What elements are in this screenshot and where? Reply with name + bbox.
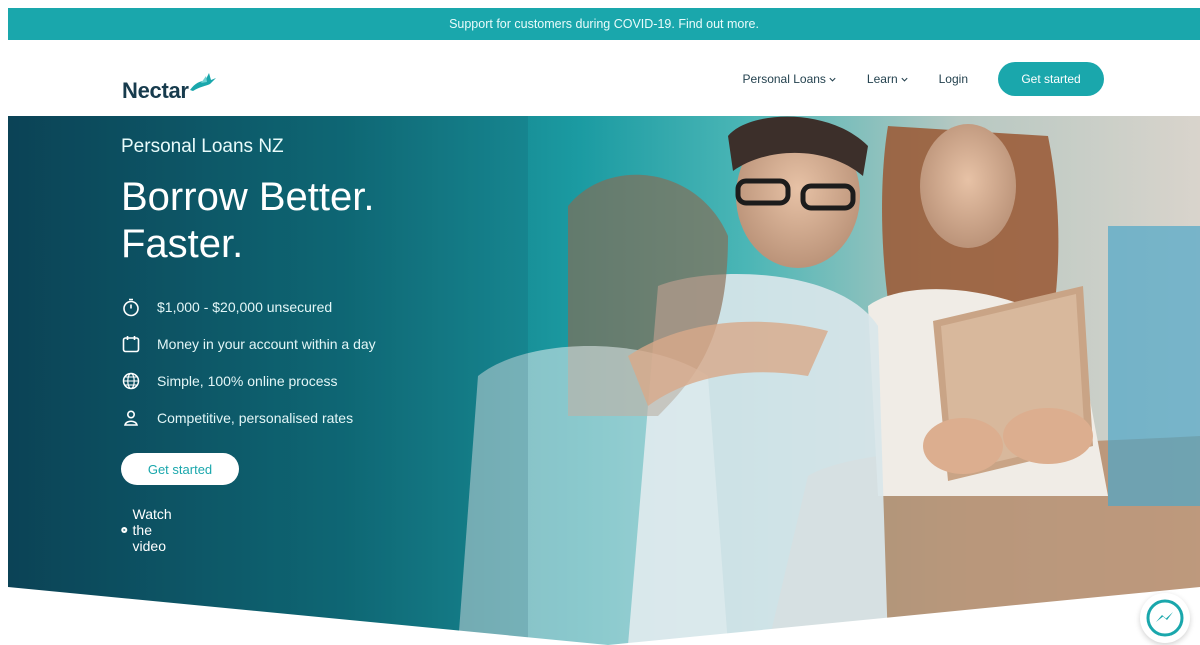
covid-support-banner[interactable]: Support for customers during COVID-19. F…: [8, 8, 1200, 42]
feature-item: Money in your account within a day: [121, 325, 441, 362]
hero-section: Personal Loans NZ Borrow Better. Faster.…: [8, 116, 1200, 645]
feature-list: $1,000 - $20,000 unsecured Money in your…: [121, 288, 441, 436]
chevron-down-icon: [829, 77, 836, 82]
hero-heading: Borrow Better. Faster.: [121, 174, 374, 268]
feature-label: Simple, 100% online process: [157, 372, 338, 389]
nav-learn[interactable]: Learn: [867, 72, 909, 86]
hero-get-started-button[interactable]: Get started: [121, 453, 239, 485]
person-icon: [124, 409, 138, 426]
feature-label: Competitive, personalised rates: [157, 409, 354, 426]
watch-video-label: Watch the video: [132, 506, 172, 554]
main-nav: Personal Loans Learn Login Get started: [743, 62, 1104, 96]
hero-heading-line-2: Faster.: [121, 222, 244, 266]
feature-item: Simple, 100% online process: [121, 362, 441, 399]
feature-label: $1,000 - $20,000 unsecured: [157, 298, 333, 315]
logo-wordmark: Nectar: [122, 78, 189, 103]
nectar-logo[interactable]: Nectar: [122, 70, 217, 104]
site-header: Nectar Personal Loans Learn Login Get st…: [8, 40, 1200, 116]
watch-video-link[interactable]: Watch the video: [121, 506, 179, 554]
nav-learn-label: Learn: [866, 72, 898, 86]
messenger-icon: [1146, 599, 1184, 637]
messenger-chat-button[interactable]: [1140, 593, 1190, 643]
nav-login[interactable]: Login: [939, 72, 968, 86]
hummingbird-icon: [189, 73, 216, 91]
nav-login-label: Login: [938, 72, 968, 86]
nav-personal-loans[interactable]: Personal Loans: [743, 72, 837, 86]
hero-eyebrow: Personal Loans NZ: [121, 136, 284, 157]
chevron-down-icon: [901, 77, 908, 82]
hero-heading-line-1: Borrow Better.: [121, 175, 375, 219]
hero-bottom-wedge: [8, 587, 1200, 645]
header-get-started-button[interactable]: Get started: [998, 62, 1104, 96]
globe-icon: [122, 372, 140, 389]
feature-label: Money in your account within a day: [157, 335, 376, 352]
covid-banner-link[interactable]: Support for customers during COVID-19. F…: [449, 17, 759, 31]
play-icon: [121, 526, 128, 534]
nav-personal-loans-label: Personal Loans: [742, 72, 826, 86]
page-frame: Support for customers during COVID-19. F…: [8, 8, 1200, 645]
calendar-icon: [122, 335, 140, 352]
stopwatch-icon: [123, 298, 139, 316]
feature-item: Competitive, personalised rates: [121, 399, 441, 436]
feature-item: $1,000 - $20,000 unsecured: [121, 288, 441, 325]
